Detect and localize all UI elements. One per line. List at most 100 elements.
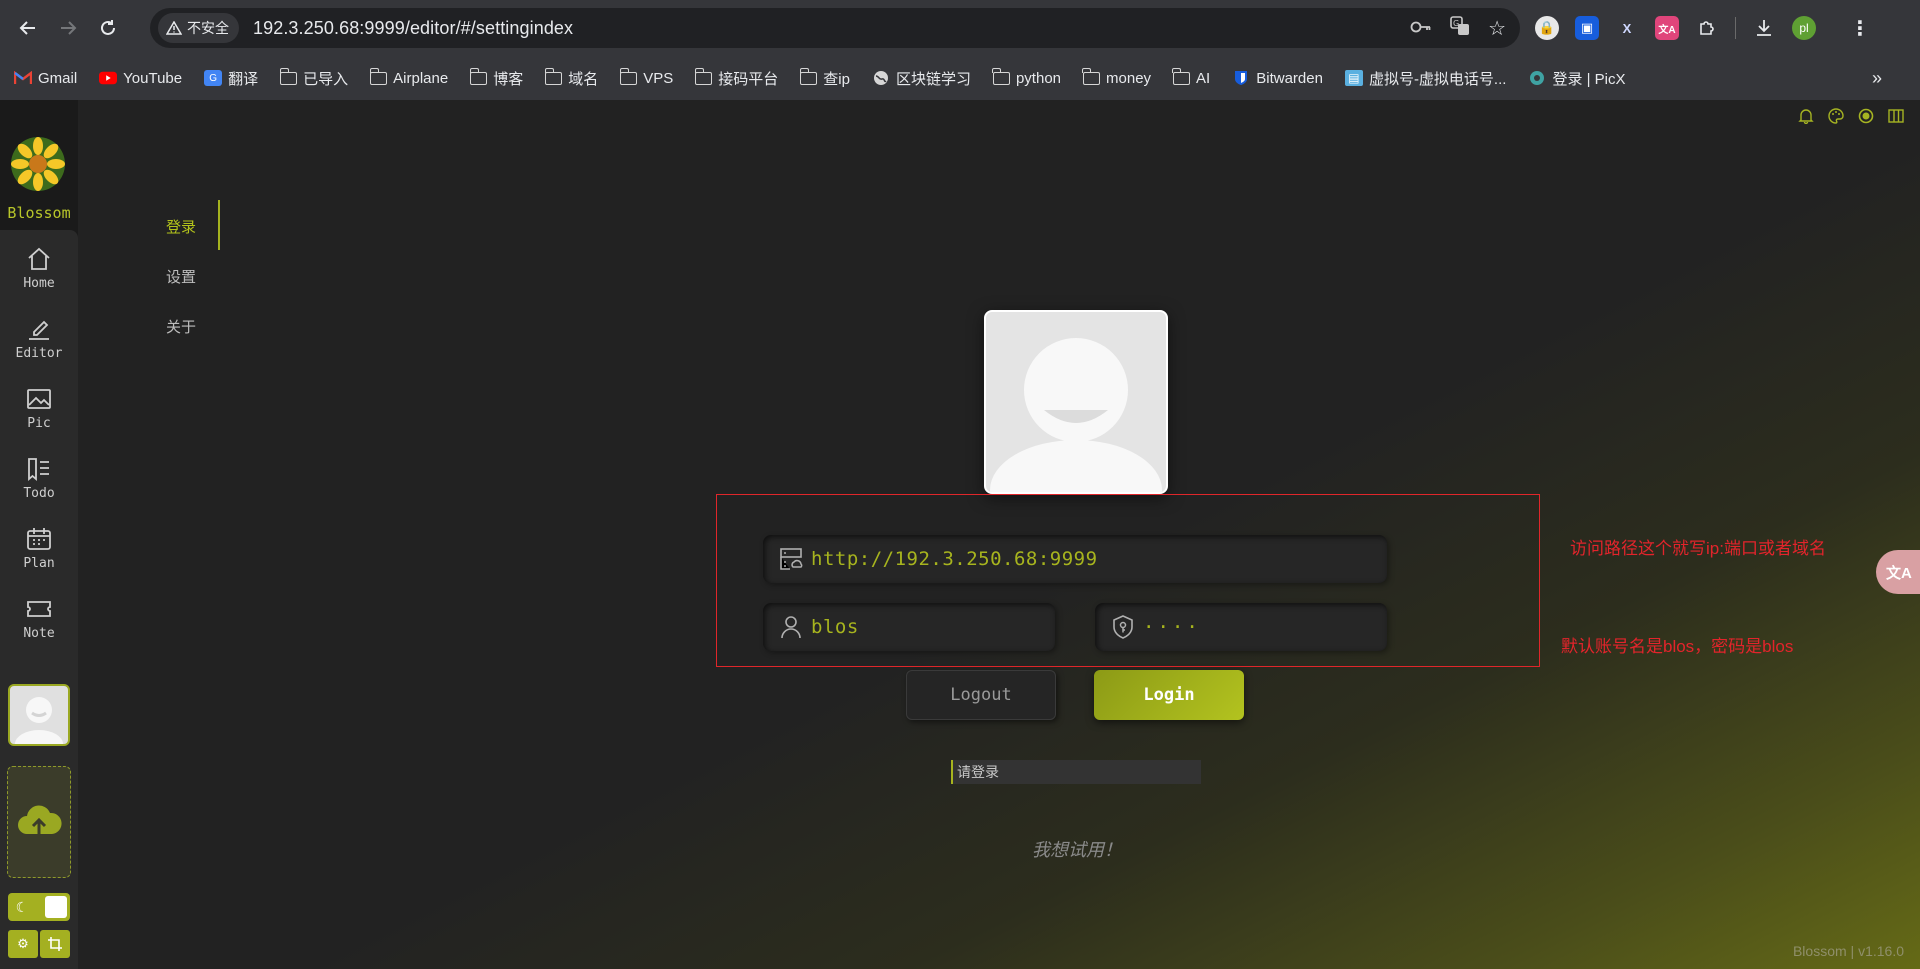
- nav-note[interactable]: Note: [0, 596, 78, 658]
- password-value: ····: [1143, 616, 1201, 638]
- editor-icon: [29, 320, 49, 340]
- profile-avatar[interactable]: pl: [1792, 16, 1816, 40]
- translate-extension-icon[interactable]: 文A: [1655, 16, 1679, 40]
- submenu-about[interactable]: 关于: [166, 316, 276, 337]
- submenu-login[interactable]: 登录: [166, 216, 276, 237]
- upload-dropzone[interactable]: [7, 766, 71, 878]
- bookmark-virtual-number[interactable]: ▤ 虚拟号-虚拟电话号...: [1344, 68, 1506, 89]
- version-label: Blossom | v1.16.0: [1792, 943, 1904, 959]
- folder-icon: [544, 67, 563, 85]
- theme-toggle[interactable]: ☾: [8, 893, 70, 921]
- sidebar-tools: ⚙: [8, 930, 70, 958]
- key-icon[interactable]: [1410, 18, 1432, 39]
- record-icon[interactable]: [1858, 108, 1874, 129]
- site-icon: ▤: [1344, 70, 1363, 86]
- puzzle-icon[interactable]: [1695, 16, 1719, 40]
- address-bar[interactable]: 不安全 192.3.250.68:9999/editor/#/settingin…: [150, 8, 1520, 48]
- forward-button[interactable]: [48, 8, 88, 48]
- url-text[interactable]: 192.3.250.68:9999/editor/#/settingindex: [253, 18, 573, 39]
- picx-icon: [1528, 70, 1546, 86]
- chevron-double-right-icon[interactable]: »: [1872, 68, 1882, 89]
- bookmark-youtube[interactable]: YouTube: [99, 70, 182, 87]
- annotation-url-note: 访问路径这个就写ip:端口或者域名: [1570, 539, 1826, 558]
- login-button[interactable]: Login: [1094, 670, 1244, 720]
- bookmark-gmail[interactable]: Gmail: [14, 70, 77, 87]
- download-icon[interactable]: [1752, 16, 1776, 40]
- try-demo-link[interactable]: 我想试用！: [960, 836, 1194, 862]
- nav-home[interactable]: Home: [0, 246, 78, 308]
- bookmark-folder-money[interactable]: money: [1082, 67, 1151, 87]
- logout-button[interactable]: Logout: [906, 670, 1056, 720]
- bookmark-blockchain[interactable]: 区块链学习: [872, 68, 971, 89]
- youtube-icon: [99, 70, 118, 86]
- bookmark-folder-domain[interactable]: 域名: [544, 67, 598, 89]
- annotation-account-note: 默认账号名是blos，密码是blos: [1561, 637, 1794, 656]
- bookmark-folder-airplane[interactable]: Airplane: [369, 67, 448, 87]
- nav-editor[interactable]: Editor: [0, 316, 78, 378]
- x-extension-icon[interactable]: X: [1615, 16, 1639, 40]
- sidebar: Blossom Home Editor Pic Todo Plan Note ☾…: [0, 100, 78, 969]
- submenu-settings[interactable]: 设置: [166, 266, 276, 287]
- nav-todo[interactable]: Todo: [0, 456, 78, 518]
- bookmark-translate[interactable]: G 翻译: [204, 68, 258, 89]
- bookmarks-bar: Gmail YouTube G 翻译 已导入 Airplane 博客 域名 VP…: [0, 56, 1920, 100]
- folder-icon: [369, 67, 388, 85]
- blossom-logo[interactable]: [10, 136, 66, 192]
- folder-icon: [694, 67, 713, 85]
- nav-plan[interactable]: Plan: [0, 526, 78, 588]
- reload-button[interactable]: [88, 8, 128, 48]
- bookmark-picx[interactable]: 登录 | PicX: [1528, 68, 1626, 89]
- arrow-left-icon: [19, 21, 35, 35]
- gear-icon: ⚙: [17, 936, 29, 951]
- reload-icon: [101, 20, 115, 35]
- bookmark-folder-blog[interactable]: 博客: [469, 67, 523, 89]
- bookmark-folder-sms[interactable]: 接码平台: [694, 67, 778, 89]
- user-icon: [771, 615, 811, 639]
- login-status: 请登录: [951, 760, 1201, 784]
- settings-button[interactable]: ⚙: [8, 930, 38, 958]
- star-icon[interactable]: ☆: [1488, 16, 1506, 41]
- logo-text: Blossom: [7, 204, 71, 222]
- cloud-upload-icon: [18, 805, 62, 836]
- bitwarden-extension-icon[interactable]: ▣: [1575, 16, 1599, 40]
- floating-translate-button[interactable]: 文A: [1876, 550, 1920, 594]
- folder-icon: [279, 67, 298, 85]
- bookmark-folder-vps[interactable]: VPS: [619, 67, 673, 87]
- crop-icon: [48, 937, 62, 951]
- submenu-active-indicator: [218, 200, 220, 250]
- bitwarden-icon: [1232, 70, 1250, 86]
- browser-toolbar: 不安全 192.3.250.68:9999/editor/#/settingin…: [0, 0, 1920, 56]
- server-url-value: http://192.3.250.68:9999: [811, 548, 1098, 570]
- google-translate-icon: G: [204, 70, 223, 86]
- toggle-knob: [45, 896, 67, 918]
- columns-icon[interactable]: [1888, 108, 1904, 129]
- extension-lock-icon[interactable]: 🔒: [1535, 16, 1559, 40]
- login-avatar: [984, 310, 1168, 494]
- globe-icon: [872, 70, 890, 86]
- svg-text:G: G: [1453, 19, 1459, 28]
- blossom-app: Blossom Home Editor Pic Todo Plan Note ☾…: [0, 100, 1920, 969]
- security-label: 不安全: [187, 20, 229, 36]
- translate-icon[interactable]: G: [1450, 15, 1470, 41]
- palette-icon[interactable]: [1828, 108, 1844, 129]
- user-avatar[interactable]: [8, 684, 70, 746]
- folder-icon: [1172, 67, 1191, 85]
- username-field[interactable]: blos: [763, 603, 1055, 651]
- password-field[interactable]: ····: [1095, 603, 1387, 651]
- security-chip[interactable]: 不安全: [158, 13, 239, 43]
- bookmark-folder-ai[interactable]: AI: [1172, 67, 1210, 87]
- bookmark-bitwarden[interactable]: Bitwarden: [1232, 70, 1323, 87]
- bell-icon[interactable]: [1798, 108, 1814, 129]
- picture-icon: [27, 389, 51, 409]
- folder-icon: [992, 67, 1010, 85]
- bookmark-folder-imported[interactable]: 已导入: [279, 67, 348, 89]
- bookmark-folder-checkip[interactable]: 查ip: [799, 67, 850, 89]
- bookmark-folder-python[interactable]: python: [992, 67, 1061, 87]
- more-menu-icon[interactable]: ⋮: [1848, 16, 1872, 40]
- nav-pic[interactable]: Pic: [0, 386, 78, 448]
- shield-key-icon: [1103, 615, 1143, 639]
- server-url-field[interactable]: http://192.3.250.68:9999: [763, 535, 1387, 583]
- back-button[interactable]: [8, 8, 48, 48]
- crop-button[interactable]: [40, 930, 70, 958]
- calendar-icon: [27, 528, 51, 550]
